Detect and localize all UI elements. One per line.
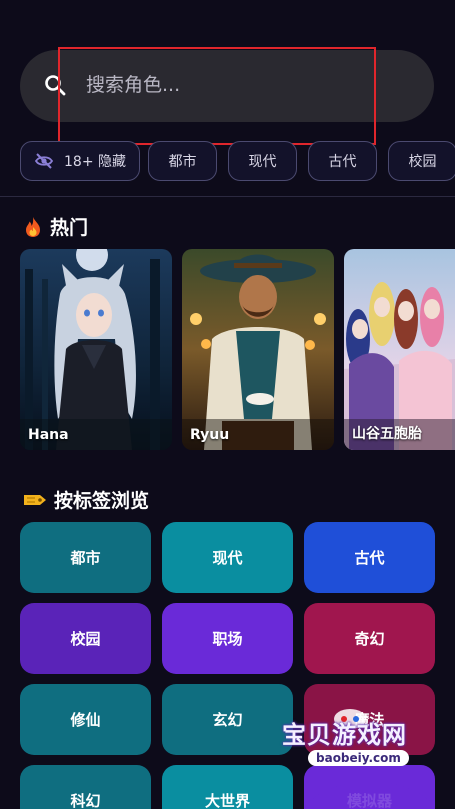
tag-xuanhuan[interactable]: 玄幻 <box>162 684 293 755</box>
tag-modern[interactable]: 现代 <box>162 522 293 593</box>
filter-chip-row: 18+ 隐藏 都市 现代 古代 校园 <box>20 141 455 181</box>
chip-modern[interactable]: 现代 <box>228 141 297 181</box>
tag-label: 科幻 <box>70 792 101 809</box>
chip-label: 校园 <box>408 154 437 170</box>
tag-label: 模拟器 <box>346 792 392 809</box>
character-name: Hana <box>28 427 69 443</box>
tag-label: 都市 <box>70 549 101 567</box>
hot-section-title: 热门 <box>22 213 88 240</box>
tag-magic[interactable]: 魔法 <box>304 684 435 755</box>
chip-campus[interactable]: 校园 <box>388 141 455 181</box>
tag-icon <box>24 494 46 505</box>
chip-label: 18+ 隐藏 <box>64 154 126 170</box>
tag-label: 古代 <box>354 549 385 567</box>
search-input[interactable] <box>86 70 366 100</box>
chip-label: 古代 <box>328 154 357 170</box>
chip-ancient[interactable]: 古代 <box>308 141 377 181</box>
chip-urban[interactable]: 都市 <box>148 141 217 181</box>
chip-label: 都市 <box>168 154 197 170</box>
eye-off-icon <box>34 153 54 169</box>
tag-label: 奇幻 <box>354 630 385 648</box>
character-name: 山谷五胞胎 <box>352 426 422 442</box>
section-title-text: 按标签浏览 <box>54 490 150 512</box>
tag-campus[interactable]: 校园 <box>20 603 151 674</box>
character-portrait <box>20 249 172 450</box>
tag-label: 现代 <box>212 549 243 567</box>
browse-section-title: 按标签浏览 <box>22 486 149 513</box>
tag-label: 修仙 <box>70 711 101 729</box>
character-portrait <box>182 249 334 450</box>
tag-fantasy[interactable]: 奇幻 <box>304 603 435 674</box>
character-name: Ryuu <box>190 427 230 443</box>
tag-label: 校园 <box>70 630 101 648</box>
divider <box>0 196 455 197</box>
character-card-hana[interactable]: Hana <box>20 249 172 450</box>
tag-label: 玄幻 <box>212 711 243 729</box>
tag-open-world[interactable]: 大世界 <box>162 765 293 809</box>
chip-label: 现代 <box>248 154 277 170</box>
character-portrait <box>344 249 455 450</box>
character-card-ryuu[interactable]: Ryuu <box>182 249 334 450</box>
tag-label: 魔法 <box>354 711 385 729</box>
tag-ancient[interactable]: 古代 <box>304 522 435 593</box>
tag-label: 大世界 <box>204 792 250 809</box>
tag-label: 职场 <box>212 630 243 648</box>
tag-urban[interactable]: 都市 <box>20 522 151 593</box>
nsfw-toggle-chip[interactable]: 18+ 隐藏 <box>20 141 140 181</box>
tag-cultivation[interactable]: 修仙 <box>20 684 151 755</box>
app-screen: 18+ 隐藏 都市 现代 古代 校园 热门 <box>0 0 455 809</box>
fire-icon <box>26 216 40 237</box>
character-card-valley-quintuplets[interactable]: 山谷五胞胎 <box>344 249 455 450</box>
section-title-text: 热门 <box>50 217 89 239</box>
search-icon[interactable] <box>44 74 66 96</box>
tag-scifi[interactable]: 科幻 <box>20 765 151 809</box>
tag-simulator[interactable]: 模拟器 <box>304 765 435 809</box>
tag-workplace[interactable]: 职场 <box>162 603 293 674</box>
